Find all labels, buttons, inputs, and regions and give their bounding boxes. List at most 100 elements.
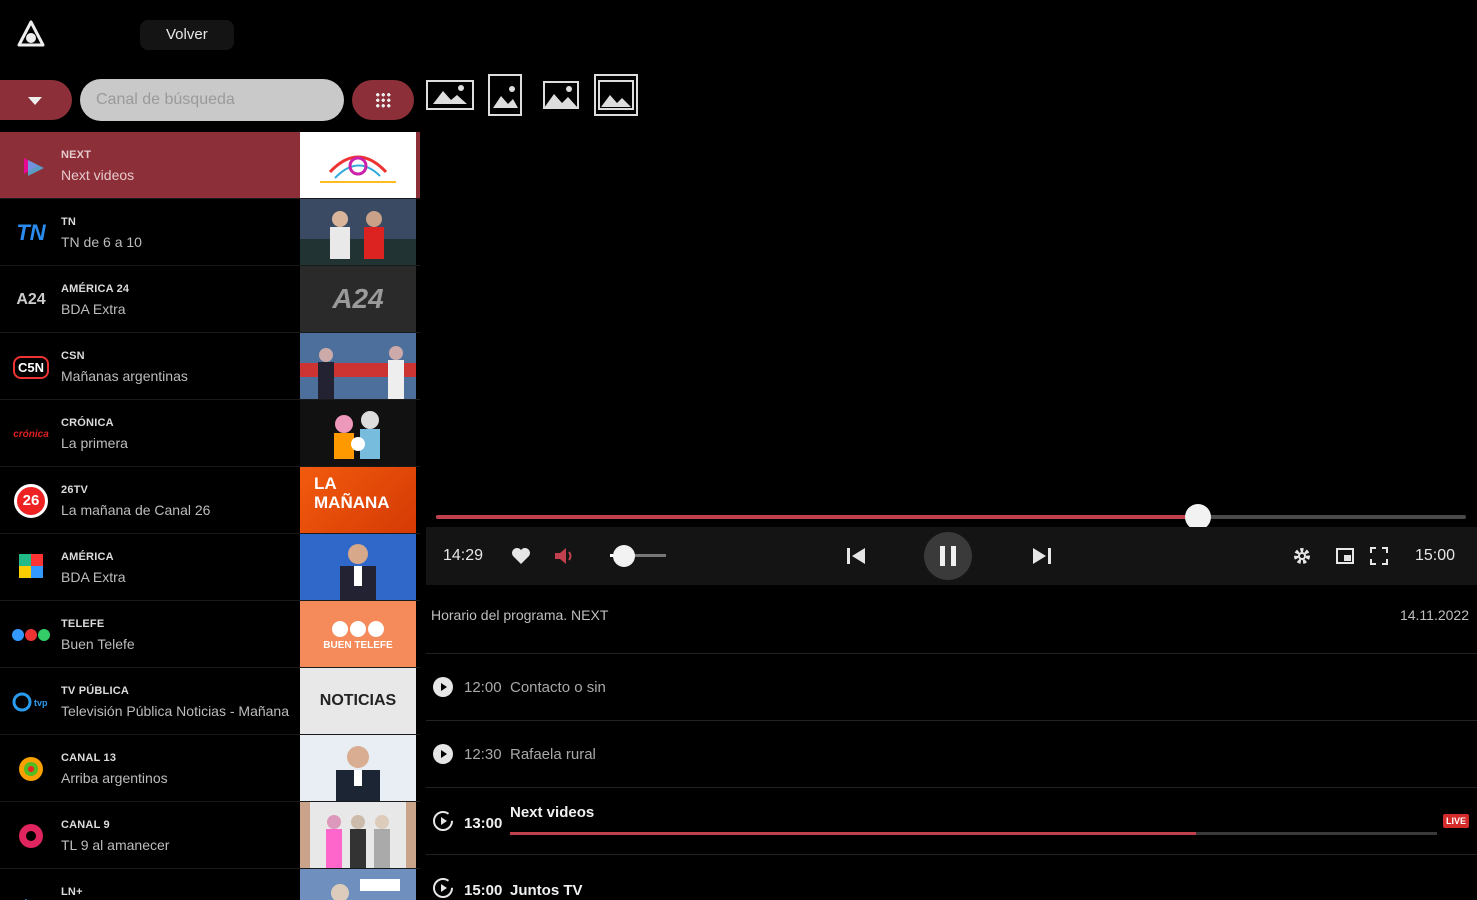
channel-name: TN — [61, 216, 77, 228]
channel-row-cronica[interactable]: crónica CRÓNICA La primera — [0, 400, 420, 467]
noticias-thumb-text: NOTICIAS — [319, 692, 397, 709]
player-controls: 14:29 15:00 — [426, 504, 1477, 587]
a24-logo: A24 — [16, 291, 46, 308]
grid-view-button[interactable] — [352, 80, 414, 120]
channel-show: Televisión Pública Noticias - Mañana — [61, 703, 289, 719]
tn-logo: TN — [16, 220, 46, 245]
program-time: 13:00 — [464, 815, 503, 832]
channel-name: CANAL 13 — [61, 752, 117, 764]
channel-thumbnail: A24 — [300, 266, 416, 332]
current-time: 14:29 — [443, 547, 484, 564]
layout-framed-button[interactable] — [594, 74, 638, 116]
program-title: Rafaela rural — [510, 746, 596, 763]
image-icon — [543, 81, 579, 109]
live-badge: LIVE — [1442, 814, 1469, 828]
pip-button[interactable] — [1333, 544, 1357, 568]
channel-show: TL 9 al amanecer — [61, 837, 170, 853]
mute-button[interactable] — [552, 545, 576, 567]
program-item[interactable]: 15:00 Juntos TV — [426, 855, 1477, 900]
next-button[interactable] — [1030, 544, 1054, 568]
channel-search-input[interactable] — [80, 79, 344, 121]
channel-row-tvpublica[interactable]: tvp TV PÚBLICA Televisión Pública Notici… — [0, 668, 420, 735]
channel-row-next[interactable]: NEXT Next videos — [0, 132, 420, 199]
svg-text:tvp: tvp — [34, 698, 48, 708]
previous-button[interactable] — [844, 544, 868, 568]
seek-bar[interactable] — [436, 504, 1466, 530]
channel-thumbnail: NOTICIAS — [300, 668, 416, 734]
canal13-logo-icon — [19, 757, 43, 781]
channel-name: CSN — [61, 350, 85, 362]
top-bar: Volver — [0, 0, 1477, 70]
channel-row-canal13[interactable]: CANAL 13 Arriba argentinos — [0, 735, 420, 802]
category-dropdown-button[interactable] — [0, 80, 72, 120]
controls-row — [0, 74, 660, 122]
skip-next-icon — [1033, 548, 1051, 564]
channel-row-canal9[interactable]: CANAL 9 TL 9 al amanecer — [0, 802, 420, 869]
channel-name: TV PÚBLICA — [61, 685, 129, 697]
channel-thumbnail — [300, 333, 416, 399]
program-title: Next videos — [510, 804, 595, 821]
volume-icon — [555, 548, 572, 564]
channel-show: BDA Extra — [61, 301, 126, 317]
program-time: 12:00 — [464, 679, 502, 696]
channel-thumbnail — [300, 400, 416, 466]
fullscreen-icon — [1370, 547, 1388, 565]
program-time: 12:30 — [464, 746, 502, 763]
fullscreen-button[interactable] — [1367, 544, 1391, 568]
seek-bar-fill — [436, 515, 1199, 519]
ln-plus-logo-icon — [24, 899, 28, 900]
schedule-header: Horario del programa. NEXT 14.11.2022 — [426, 592, 1477, 654]
back-button[interactable]: Volver — [140, 20, 234, 50]
channel-show: TN de 6 a 10 — [61, 234, 142, 250]
volume-handle[interactable] — [613, 545, 635, 567]
channel-row-tn[interactable]: TN TN TN de 6 a 10 — [0, 199, 420, 266]
c5n-logo: C5N — [6, 351, 56, 383]
channel-name: AMÉRICA 24 — [61, 283, 130, 295]
program-title: Juntos TV — [510, 882, 583, 899]
program-title: Contacto o sin — [510, 679, 606, 696]
app-logo-icon[interactable] — [14, 18, 48, 52]
schedule-date: 14.11.2022 — [1399, 607, 1469, 623]
end-time: 15:00 — [1415, 547, 1456, 564]
program-item[interactable]: 12:30 Rafaela rural — [426, 721, 1477, 788]
channel-thumbnail — [300, 802, 416, 868]
grid-icon — [375, 92, 391, 108]
channel-thumbnail: BUEN TELEFE — [300, 601, 416, 667]
channel-list: NEXT Next videos TN TN TN de 6 a 10 A24 … — [0, 132, 420, 900]
program-item[interactable]: 12:00 Contacto o sin — [426, 654, 1477, 721]
26tv-logo: 26 — [6, 484, 56, 518]
channel-show: BDA Extra — [61, 569, 126, 585]
channel-row-26tv[interactable]: 26 26TV La mañana de Canal 26 LA MAÑANA — [0, 467, 420, 534]
channel-name: TELEFE — [61, 618, 105, 630]
replay-icon — [433, 878, 453, 898]
layout-wide-button[interactable] — [425, 74, 477, 116]
channel-row-lnplus[interactable]: LN+ — [0, 869, 420, 900]
channel-row-america24[interactable]: A24 AMÉRICA 24 BDA Extra A24 — [0, 266, 420, 333]
program-time: 15:00 — [464, 882, 503, 899]
pause-icon — [940, 546, 956, 566]
channel-row-america[interactable]: AMÉRICA BDA Extra — [0, 534, 420, 601]
channel-show: Buen Telefe — [61, 636, 135, 652]
telefe-logo-icon — [12, 629, 50, 641]
favorite-button[interactable] — [510, 545, 532, 567]
picture-in-picture-icon — [1336, 548, 1354, 564]
program-item-current[interactable]: 13:00 Next videos LIVE — [426, 788, 1477, 855]
image-wide-icon — [426, 80, 474, 110]
channel-show: Next videos — [61, 167, 135, 183]
channel-thumbnail — [300, 199, 416, 265]
channel-thumbnail — [300, 735, 416, 801]
a24-thumb-text: A24 — [332, 283, 384, 314]
layout-plain-button[interactable] — [542, 74, 580, 116]
canal9-logo-icon — [19, 824, 43, 848]
skip-previous-icon — [847, 548, 865, 564]
channel-row-telefe[interactable]: TELEFE Buen Telefe BUEN TELEFE — [0, 601, 420, 668]
channel-thumbnail: LA MAÑANA — [300, 467, 416, 533]
play-circle-icon — [433, 677, 453, 697]
channel-show: Arriba argentinos — [61, 770, 168, 786]
settings-button[interactable] — [1290, 544, 1314, 568]
layout-tall-button[interactable] — [487, 74, 525, 116]
pause-button[interactable] — [924, 532, 972, 580]
image-framed-icon — [594, 74, 638, 116]
channel-row-c5n[interactable]: C5N CSN Mañanas argentinas — [0, 333, 420, 400]
play-circle-icon — [433, 744, 453, 764]
